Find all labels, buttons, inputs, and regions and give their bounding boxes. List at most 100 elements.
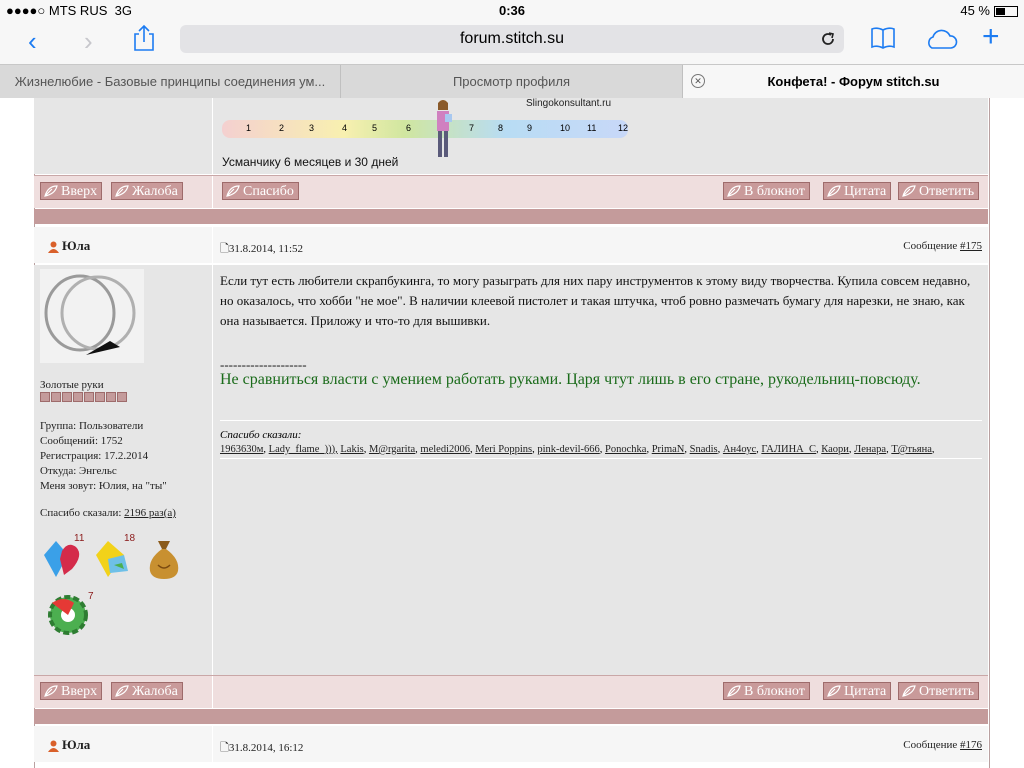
leaf-icon bbox=[827, 185, 841, 197]
web-page: Slingokonsultant.ru 123 456 789 10 11 12 У… bbox=[0, 98, 1024, 768]
leaf-icon bbox=[827, 685, 841, 697]
user-group: Группа: Пользователи bbox=[40, 420, 144, 432]
share-icon[interactable] bbox=[133, 24, 155, 52]
gear-award-icon[interactable]: 7 bbox=[44, 589, 94, 637]
thanks-user-link[interactable]: Meri Poppins bbox=[475, 444, 532, 455]
ticker-doll-figure bbox=[437, 100, 452, 157]
new-tab-icon[interactable]: + bbox=[982, 22, 1000, 52]
tab-zhiznelyubie[interactable]: Жизнелюбие - Базовые принципы соединения… bbox=[0, 65, 341, 98]
post-separator bbox=[34, 209, 988, 224]
post-page-icon: 🗋 bbox=[220, 243, 229, 255]
bookmarks-icon[interactable] bbox=[870, 26, 896, 50]
status-bar: ●●●●○ MTS RUS 3G 0:36 45 % bbox=[0, 0, 1024, 22]
quote-button[interactable]: Цитата bbox=[823, 682, 892, 700]
post-permalink[interactable]: #176 bbox=[960, 739, 982, 751]
thanks-user-link[interactable]: Lakis bbox=[340, 444, 363, 455]
tab-profile-view[interactable]: Просмотр профиля bbox=[341, 65, 683, 98]
post-header: Юла 🗋31.8.2014, 11:52 Сообщение #175 bbox=[34, 227, 988, 263]
post-actions-bottom: Вверх Жалоба В блокнот Цитата Ответить bbox=[34, 675, 988, 708]
heart-diamond-award-icon[interactable]: 11 bbox=[42, 533, 86, 581]
thanks-user-link[interactable]: 1963630м bbox=[220, 444, 263, 455]
forward-icon[interactable]: › bbox=[84, 28, 93, 54]
user-location: Откуда: Энгельс bbox=[40, 465, 117, 477]
leaf-icon bbox=[727, 685, 741, 697]
battery-indicator: 45 % bbox=[960, 3, 1018, 18]
user-info: Группа: Пользователи Сообщений: 1752 Рег… bbox=[40, 419, 167, 494]
reply-button[interactable]: Ответить bbox=[898, 682, 980, 700]
user-motto: Не сравниться власти с умением работать … bbox=[220, 371, 921, 388]
up-button[interactable]: Вверх bbox=[40, 682, 103, 700]
user-registered: Регистрация: 17.2.2014 bbox=[40, 450, 149, 462]
back-icon[interactable]: ‹ bbox=[28, 28, 37, 54]
leaf-icon bbox=[902, 685, 916, 697]
user-avatar[interactable] bbox=[40, 269, 144, 363]
author-panel: Золотые руки Группа: Пользователи Сообще… bbox=[34, 265, 213, 675]
thanks-user-link[interactable]: Каори bbox=[821, 444, 849, 455]
rank-stars bbox=[40, 392, 128, 405]
clock: 0:36 bbox=[498, 3, 526, 18]
quote-button[interactable]: Цитата bbox=[823, 182, 892, 200]
thanks-user-link[interactable]: Lady_flame_))), bbox=[269, 444, 338, 455]
user-icon bbox=[48, 241, 59, 254]
leaf-icon bbox=[115, 685, 129, 697]
post-number: Сообщение #175 bbox=[903, 240, 982, 252]
url-text: forum.stitch.su bbox=[459, 30, 565, 47]
thanks-user-link[interactable]: PrimaN bbox=[652, 444, 685, 455]
thanks-received: Спасибо сказали: 2196 раз(а) bbox=[40, 507, 176, 519]
tab-bar: Жизнелюбие - Базовые принципы соединения… bbox=[0, 64, 1024, 99]
report-button[interactable]: Жалоба bbox=[111, 182, 183, 200]
thanks-count-link[interactable]: 2196 раз(а) bbox=[124, 507, 176, 519]
thanks-user-link[interactable]: meledi2006 bbox=[420, 444, 470, 455]
yellow-diamond-award-icon[interactable]: 18 bbox=[94, 533, 138, 581]
thanks-button[interactable]: Спасибо bbox=[222, 182, 299, 200]
post-date: 🗋31.8.2014, 11:52 bbox=[220, 243, 304, 255]
thanks-user-link[interactable]: ГАЛИНА_С bbox=[761, 444, 816, 455]
thanks-user-link[interactable]: Ан4оус bbox=[723, 444, 756, 455]
close-tab-icon[interactable]: ✕ bbox=[691, 74, 705, 88]
up-button[interactable]: Вверх bbox=[40, 182, 103, 200]
tab-konfeta-forum[interactable]: ✕ Конфета! - Форум stitch.su bbox=[683, 65, 1024, 98]
thanks-block: Спасибо сказали: 1963630м, Lady_flame_))… bbox=[220, 420, 982, 459]
signature-brand: Slingokonsultant.ru bbox=[526, 98, 612, 109]
signature-text: Усманчику 6 месяцев и 30 дней bbox=[222, 155, 399, 169]
thanks-title: Спасибо сказали: bbox=[220, 429, 302, 441]
leaf-icon bbox=[44, 185, 58, 197]
post-actions-top: Вверх Жалоба Спасибо В блокнот Цитата От… bbox=[34, 175, 988, 208]
thanks-user-link[interactable]: pink-devil-666 bbox=[537, 444, 599, 455]
leaf-icon bbox=[727, 185, 741, 197]
thanks-user-link[interactable]: Т@тьяна bbox=[891, 444, 932, 455]
money-bag-award-icon[interactable] bbox=[146, 537, 182, 581]
report-button[interactable]: Жалоба bbox=[111, 682, 183, 700]
thanks-user-link[interactable]: Snadis bbox=[690, 444, 718, 455]
leaf-icon bbox=[44, 685, 58, 697]
post-body: Золотые руки Группа: Пользователи Сообще… bbox=[34, 265, 988, 675]
thanks-user-link[interactable]: Ленара bbox=[854, 444, 886, 455]
reload-icon[interactable] bbox=[820, 25, 836, 53]
user-call-me: Меня зовут: Юлия, на "ты" bbox=[40, 480, 167, 492]
notepad-button[interactable]: В блокнот bbox=[723, 682, 810, 700]
leaf-icon bbox=[226, 185, 240, 197]
baby-age-ticker: 123 456 789 10 11 12 bbox=[222, 120, 628, 138]
leaf-icon bbox=[115, 185, 129, 197]
browser-toolbar: ‹ › forum.stitch.su + bbox=[0, 22, 1024, 64]
post-text: Если тут есть любители скрапбукинга, то … bbox=[220, 273, 971, 328]
battery-icon bbox=[994, 6, 1018, 18]
post-page-icon: 🗋 bbox=[220, 742, 229, 754]
address-bar[interactable]: forum.stitch.su bbox=[180, 25, 844, 53]
post-author[interactable]: Юла bbox=[48, 238, 90, 254]
notepad-button[interactable]: В блокнот bbox=[723, 182, 810, 200]
user-rank: Золотые руки bbox=[40, 379, 104, 391]
post-separator bbox=[34, 709, 988, 724]
leaf-icon bbox=[902, 185, 916, 197]
reply-button[interactable]: Ответить bbox=[898, 182, 980, 200]
post-author[interactable]: Юла bbox=[48, 737, 90, 753]
post-permalink[interactable]: #175 bbox=[960, 240, 982, 252]
thanks-user-link[interactable]: M@rgarita bbox=[369, 444, 415, 455]
user-icon bbox=[48, 740, 59, 753]
user-messages: Сообщений: 1752 bbox=[40, 435, 123, 447]
post-number: Сообщение #176 bbox=[903, 739, 982, 751]
thanks-user-link[interactable]: Ponochka bbox=[605, 444, 646, 455]
icloud-tabs-icon[interactable] bbox=[924, 28, 958, 50]
post-header: Юла 🗋31.8.2014, 16:12 Сообщение #176 bbox=[34, 726, 988, 762]
post-date: 🗋31.8.2014, 16:12 bbox=[220, 742, 304, 754]
